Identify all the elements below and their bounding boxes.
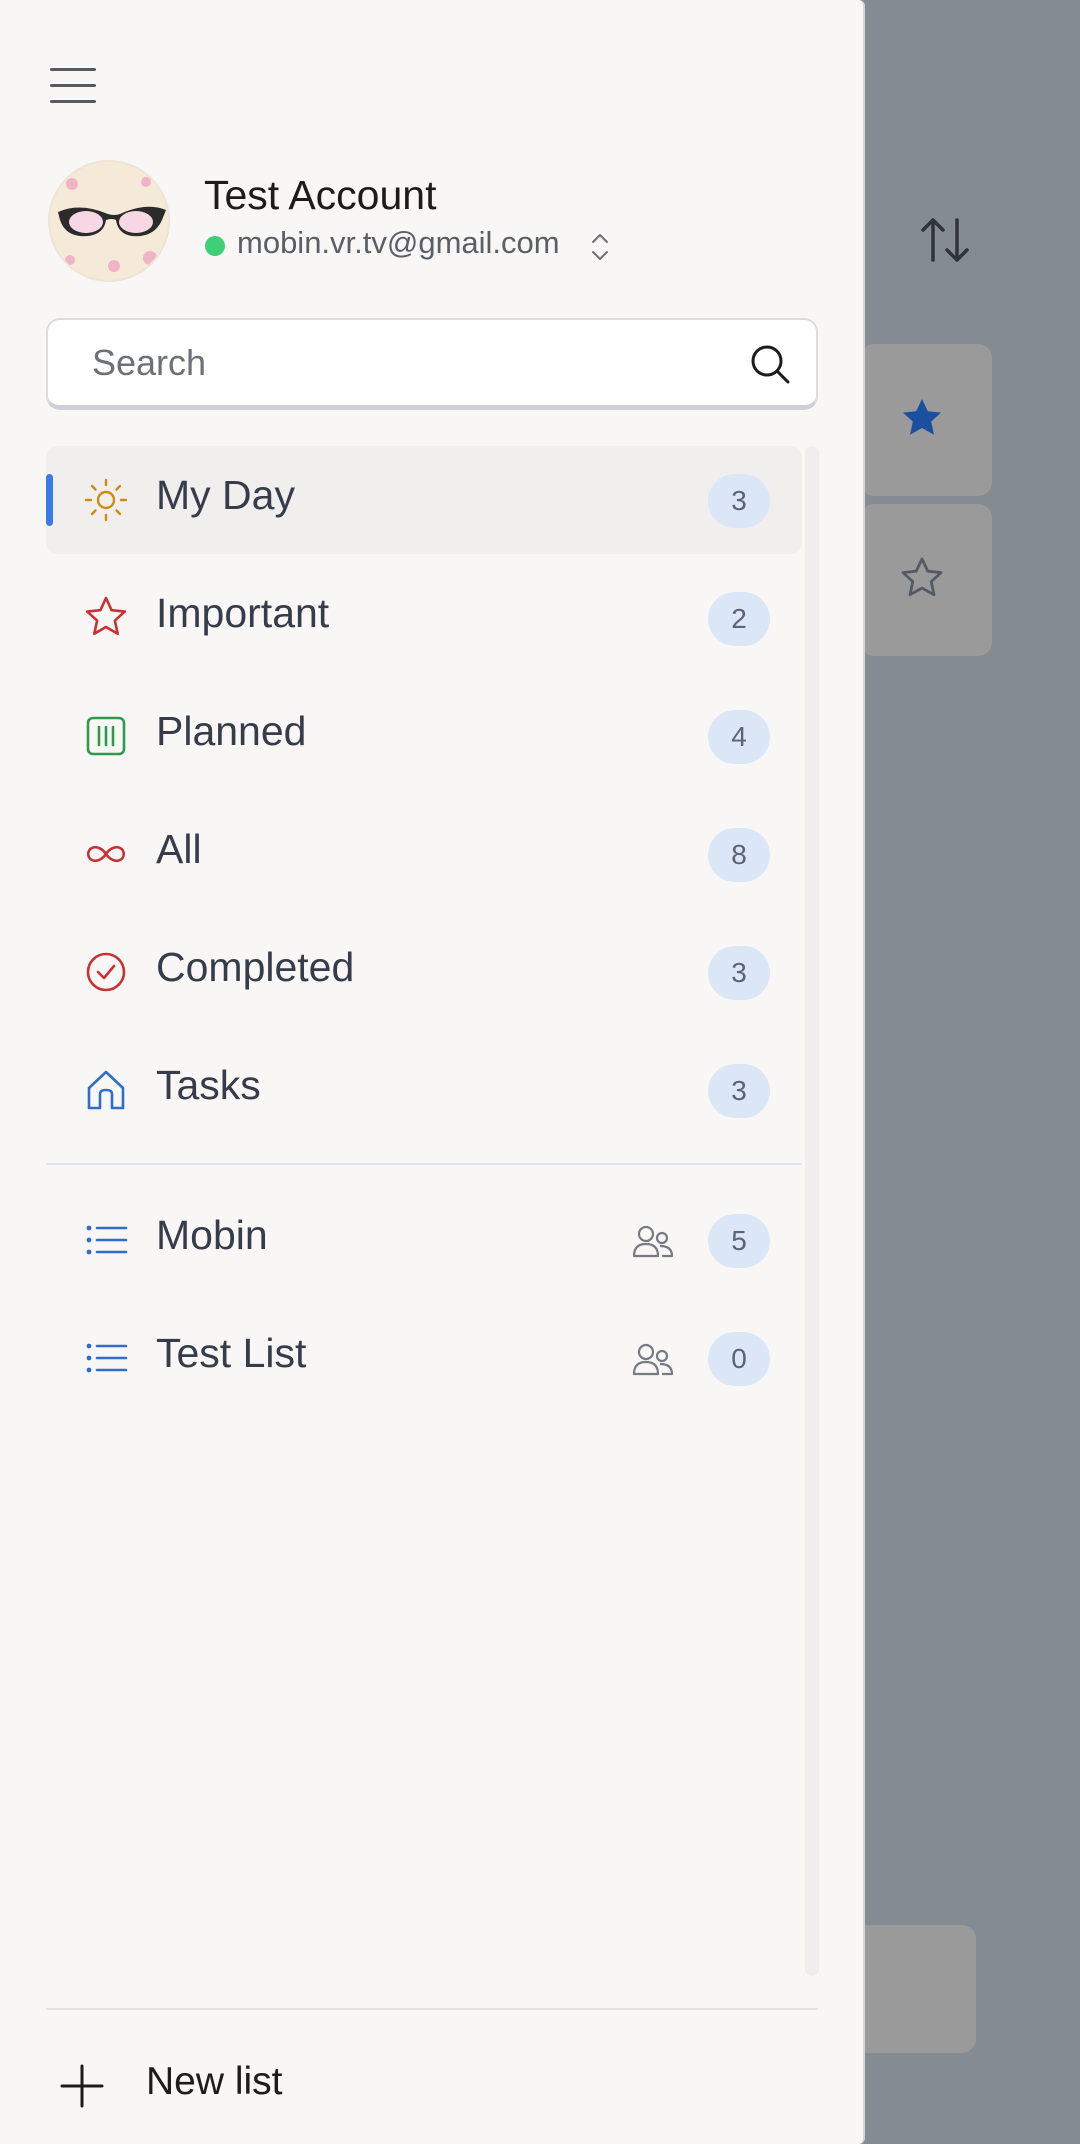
online-status-dot: [205, 236, 225, 256]
nav-item-test-list[interactable]: Test List 0: [46, 1304, 802, 1412]
nav-item-label: Mobin: [156, 1212, 268, 1258]
star-icon: [85, 596, 127, 636]
nav-item-label: Test List: [156, 1330, 307, 1376]
new-list-button[interactable]: New list: [46, 2040, 446, 2130]
search-box: [46, 318, 818, 410]
count-badge: 4: [708, 710, 770, 764]
menu-line: [50, 68, 96, 71]
account-switch-icon[interactable]: [588, 230, 612, 264]
calendar-icon: [86, 716, 126, 756]
menu-button[interactable]: [50, 66, 98, 106]
plus-icon: [60, 2064, 104, 2108]
sort-icon: [921, 218, 969, 262]
avatar[interactable]: [48, 160, 170, 282]
count-badge: 8: [708, 828, 770, 882]
nav-item-important[interactable]: Important 2: [46, 564, 802, 672]
list-icon: [86, 1225, 128, 1255]
navigation-drawer: Test Account mobin.vr.tv@gmail.com My Da…: [0, 0, 865, 2144]
search-input[interactable]: [92, 334, 712, 392]
people-icon: [632, 1225, 674, 1258]
infinity-icon: [86, 845, 126, 863]
active-indicator: [46, 474, 53, 526]
footer-divider: [46, 2008, 818, 2010]
count-badge: 0: [708, 1332, 770, 1386]
task-card: [860, 344, 992, 496]
nav-item-label: Planned: [156, 708, 307, 754]
nav-item-my-day[interactable]: My Day 3: [46, 446, 802, 554]
search-icon[interactable]: [748, 342, 792, 386]
menu-line: [50, 100, 96, 103]
new-list-label: New list: [146, 2060, 283, 2103]
sun-icon: [84, 478, 128, 522]
home-icon: [87, 1070, 125, 1110]
star-outline-icon: [901, 557, 943, 597]
nav-item-label: All: [156, 826, 202, 872]
account-email: mobin.vr.tv@gmail.com: [237, 225, 560, 260]
nav-item-mobin[interactable]: Mobin 5: [46, 1186, 802, 1294]
count-badge: 5: [708, 1214, 770, 1268]
check-circle-icon: [86, 952, 126, 992]
nav-item-label: Important: [156, 590, 330, 636]
nav-item-label: My Day: [156, 472, 295, 518]
nav-item-planned[interactable]: Planned 4: [46, 682, 802, 790]
scrollbar[interactable]: [805, 446, 819, 1976]
task-card: [860, 504, 992, 656]
count-badge: 3: [708, 946, 770, 1000]
star-filled-icon: [903, 399, 941, 435]
people-icon: [632, 1343, 674, 1376]
glasses-avatar-icon: [58, 177, 166, 272]
count-badge: 3: [708, 1064, 770, 1118]
count-badge: 2: [708, 592, 770, 646]
nav-item-label: Tasks: [156, 1062, 261, 1108]
account-name: Test Account: [204, 172, 437, 218]
nav-item-completed[interactable]: Completed 3: [46, 918, 802, 1026]
menu-line: [50, 84, 96, 87]
list-icon: [86, 1343, 128, 1373]
count-badge: 3: [708, 474, 770, 528]
nav-item-all[interactable]: All 8: [46, 800, 802, 908]
nav-item-tasks[interactable]: Tasks 3: [46, 1036, 802, 1144]
section-divider: [46, 1163, 802, 1165]
nav-item-label: Completed: [156, 944, 355, 990]
